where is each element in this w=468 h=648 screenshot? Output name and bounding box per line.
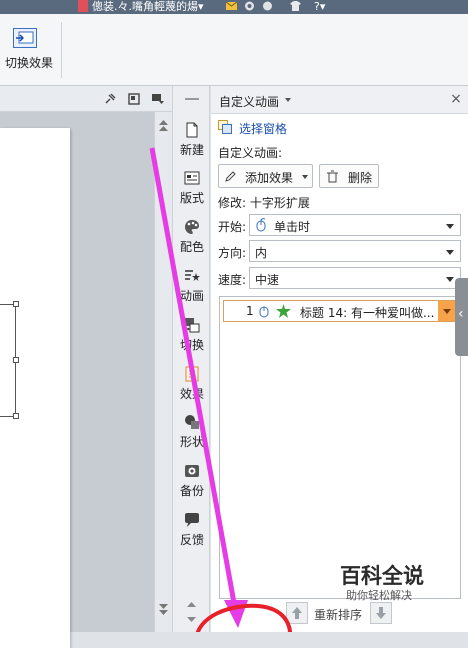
sidebar-item-palette[interactable]: 配色 <box>173 219 211 265</box>
chevron-down-icon <box>446 250 454 255</box>
resize-handle[interactable] <box>13 357 19 363</box>
select-window-icon <box>218 120 232 134</box>
slide-vertical-scrollbar[interactable] <box>154 112 172 632</box>
pane-collapse-handle[interactable] <box>455 278 468 356</box>
close-icon[interactable]: × <box>449 92 463 106</box>
animation-item-text: 标题 14: 有一种爱叫做... <box>300 306 435 320</box>
sidebar-item-backup[interactable]: 备份 <box>173 463 211 509</box>
layout-icon <box>184 171 200 185</box>
pane-header: 自定义动画 × <box>211 86 468 114</box>
sidebar-item-label: 新建 <box>179 143 204 157</box>
transition-icon <box>13 28 37 48</box>
cloud-icon[interactable] <box>262 1 273 11</box>
delete-label: 删除 <box>348 171 373 185</box>
sidebar-item-label: 动画 <box>179 289 204 303</box>
item-dropdown-button[interactable] <box>438 301 456 321</box>
sidebar-item-label: 效果 <box>179 387 204 401</box>
backup-icon <box>185 465 199 477</box>
sidebar-item-new[interactable]: 新建 <box>173 122 211 168</box>
entrance-effect-icon <box>276 304 291 318</box>
mouse-icon <box>259 306 269 318</box>
chevron-down-icon <box>446 277 454 282</box>
sidebar-item-effect[interactable]: 效果 <box>173 366 211 412</box>
sidebar-item-animation[interactable]: 动画 <box>173 268 211 314</box>
menu-dropdown-icon[interactable] <box>152 93 164 105</box>
sidebar-item-label: 形状 <box>179 435 204 449</box>
arrow-up-icon <box>292 607 302 619</box>
move-up-button[interactable] <box>286 602 308 624</box>
pane-title[interactable]: 自定义动画 <box>219 93 279 110</box>
sidebar-item-label: 备份 <box>179 484 204 498</box>
pin-icon[interactable] <box>104 93 116 105</box>
sidebar-item-label: 切换 <box>179 338 204 352</box>
speed-label: 速度: <box>218 273 247 287</box>
sidebar-item-switch[interactable]: 切换 <box>173 317 211 363</box>
sidebar-item-label: 版式 <box>179 191 204 205</box>
sidebar-item-label: 配色 <box>179 240 204 254</box>
chevron-down-icon <box>446 224 454 229</box>
direction-value: 内 <box>255 246 268 260</box>
speed-select[interactable]: 中速 <box>249 267 461 289</box>
slide-toolbar <box>0 86 172 112</box>
slide-page[interactable] <box>0 128 70 648</box>
scroll-up-icon[interactable] <box>159 120 168 132</box>
start-label: 开始: <box>218 220 247 234</box>
document-title[interactable]: 傯装.々.嘴角輕蔑的煬▾ <box>92 0 204 13</box>
chevron-down-icon[interactable] <box>285 98 291 102</box>
animation-order-number: 1 <box>246 304 254 318</box>
custom-animation-section-label: 自定义动画: <box>218 146 283 160</box>
effect-icon <box>185 366 199 382</box>
slide-canvas-area[interactable] <box>0 112 154 648</box>
shape-icon <box>185 415 199 429</box>
scroll-down-icon[interactable] <box>159 604 168 620</box>
resize-handle[interactable] <box>13 413 19 419</box>
transition-effect-label: 切换效果 <box>4 56 53 70</box>
sidebar-grip[interactable] <box>185 98 199 100</box>
direction-label: 方向: <box>218 246 247 260</box>
help-icon[interactable]: ?▾ <box>314 0 325 13</box>
chevron-down-icon <box>302 175 308 179</box>
start-value: 单击时 <box>274 220 311 234</box>
task-sidebar: 新建 版式 配色 动画 切换 效果 形状 备份 反馈 <box>172 86 210 632</box>
add-effect-label: 添加效果 <box>245 171 294 185</box>
palette-icon <box>185 220 199 234</box>
ribbon-divider <box>61 22 62 78</box>
sidebar-item-feedback[interactable]: 反馈 <box>173 512 211 558</box>
sidebar-item-label: 反馈 <box>179 533 204 547</box>
sidebar-item-layout[interactable]: 版式 <box>173 170 211 216</box>
app-logo-icon[interactable] <box>78 0 88 12</box>
feedback-icon <box>185 513 199 527</box>
title-bar: 傯装.々.嘴角輕蔑的煬▾ ?▾ <box>0 0 468 14</box>
shirt-icon[interactable] <box>290 1 301 11</box>
new-icon <box>186 122 198 138</box>
start-select[interactable]: 单击时 <box>249 214 461 236</box>
transition-effect-button[interactable]: 切换效果 <box>0 24 58 78</box>
skin-icon[interactable] <box>244 1 255 11</box>
resize-handle[interactable] <box>13 301 19 307</box>
select-window-link[interactable]: 选择窗格 <box>239 120 287 137</box>
animation-list[interactable]: 1 标题 14: 有一种爱叫做... <box>219 296 461 599</box>
delete-button[interactable]: 删除 <box>319 164 379 188</box>
restore-icon[interactable] <box>128 93 140 105</box>
custom-animation-pane: 自定义动画 × 选择窗格 自定义动画: 添加效果 删除 修改: 十字形扩展 开始… <box>211 86 468 632</box>
modify-effect-label: 修改: 十字形扩展 <box>218 196 310 210</box>
mouse-icon <box>256 218 266 232</box>
direction-select[interactable]: 内 <box>249 240 461 262</box>
watermark-logo: 百科全说 助你轻松解决 <box>322 560 442 610</box>
selected-placeholder[interactable] <box>0 301 19 419</box>
mail-icon[interactable] <box>226 1 237 11</box>
ribbon: 切换效果 <box>0 14 468 86</box>
trash-icon <box>327 170 338 183</box>
add-effect-button[interactable]: 添加效果 <box>218 164 313 188</box>
animation-list-item[interactable]: 1 标题 14: 有一种爱叫做... <box>223 300 457 322</box>
speed-value: 中速 <box>255 273 280 287</box>
watermark-main-text: 百科全说 <box>340 564 424 588</box>
animation-icon <box>185 270 200 281</box>
sidebar-item-shape[interactable]: 形状 <box>173 414 211 460</box>
pencil-icon <box>225 171 236 182</box>
switch-icon <box>185 318 200 333</box>
watermark-sub-text: 助你轻松解决 <box>346 589 412 602</box>
sidebar-scroll-icon[interactable] <box>187 602 196 622</box>
